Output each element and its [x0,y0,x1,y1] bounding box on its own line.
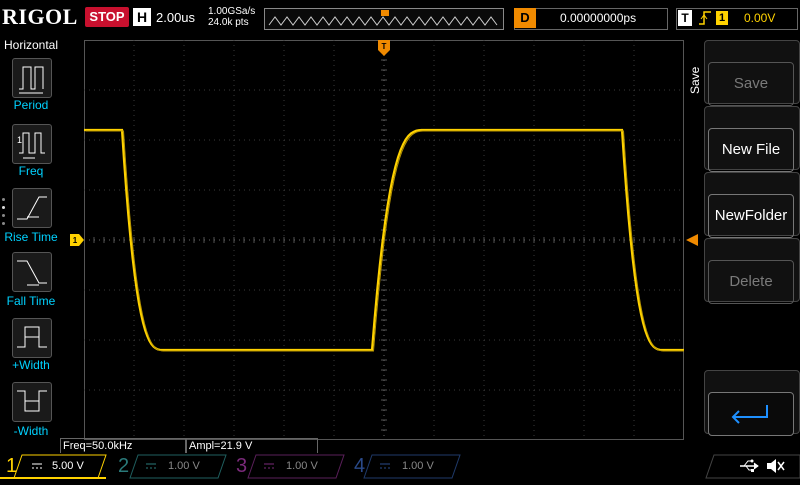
new-folder-button[interactable]: NewFolder [708,194,794,238]
positive-width-button[interactable] [12,318,52,358]
channel-3-number[interactable]: 3 [236,455,247,478]
acquisition-info: 1.00GSa/s 24.0k pts [208,6,255,28]
frequency-measurement: Freq=50.0kHz [60,438,186,454]
rise-time-icon [17,196,47,220]
fall-time-label: Fall Time [6,294,56,308]
channel-4-scale[interactable]: 1.00 V [402,455,434,477]
memory-depth: 24.0k pts [208,17,249,28]
speaker-muted-icon[interactable] [764,455,786,477]
menu-page-dot-1 [2,198,5,201]
save-button[interactable]: Save [708,62,794,106]
menu-page-dot-2 [2,206,5,209]
fall-time-button[interactable] [12,252,52,292]
rigol-logo: RIGOL [2,4,78,29]
run-stop-status[interactable]: STOP [85,7,129,27]
sample-rate: 1.00GSa/s [208,6,256,17]
trigger-position-marker[interactable]: T [378,40,390,56]
channel-1-number[interactable]: 1 [6,455,17,478]
period-button[interactable] [12,58,52,98]
positive-width-label: +Width [12,358,50,372]
frequency-label: Freq [18,164,44,178]
frequency-button[interactable]: 1 [12,124,52,164]
channel-4-coupling-icon [378,455,392,477]
trigger-badge: T [678,10,692,26]
channel-3-scale[interactable]: 1.00 V [286,455,318,477]
svg-text:T: T [382,42,387,51]
menu-page-dot-3 [2,214,5,217]
trigger-position-map [264,8,504,30]
channel-2-scale[interactable]: 1.00 V [168,455,200,477]
channel-3-coupling-icon [262,455,276,477]
trigger-box[interactable] [676,8,798,30]
channel-2-number[interactable]: 2 [118,455,129,478]
negative-width-button[interactable] [12,382,52,422]
return-button[interactable] [708,392,794,436]
time-per-div[interactable]: 2.00us [156,10,195,25]
right-menu-title: Save [688,66,702,94]
delay-badge: D [514,8,536,28]
delay-value: 0.00000000ps [560,11,637,25]
frequency-icon: 1 [17,132,45,159]
channel-1-ground-marker[interactable]: 1 [70,234,84,246]
usb-icon [738,455,760,477]
waveform-display[interactable] [84,40,684,440]
rising-edge-icon [698,9,712,30]
rise-time-label: Rise Time [4,230,58,244]
negative-width-icon [17,390,47,412]
amplitude-measurement: Ampl=21.9 V [186,438,318,454]
trigger-level: 0.00V [744,11,776,25]
channel-1-coupling-icon [30,455,44,477]
return-icon [731,405,768,424]
rise-time-button[interactable] [12,188,52,228]
channel-4-number[interactable]: 4 [354,455,365,478]
new-file-button[interactable]: New File [708,128,794,172]
delete-button[interactable]: Delete [708,260,794,304]
menu-page-dot-4 [2,222,5,225]
svg-text:1: 1 [73,236,78,245]
positive-width-icon [17,326,47,348]
horizontal-badge: H [133,8,151,26]
channel-1-scale[interactable]: 5.00 V [52,455,84,477]
fall-time-icon [17,260,47,286]
svg-text:1: 1 [17,135,22,145]
left-menu-title: Horizontal [4,38,59,52]
negative-width-label: -Width [13,424,49,438]
period-icon [19,66,44,94]
period-label: Period [13,98,49,112]
waveform-overview-icon [268,10,498,26]
trigger-source-channel: 1 [716,11,728,25]
channel-2-coupling-icon [144,455,158,477]
trigger-level-marker[interactable] [686,234,698,246]
